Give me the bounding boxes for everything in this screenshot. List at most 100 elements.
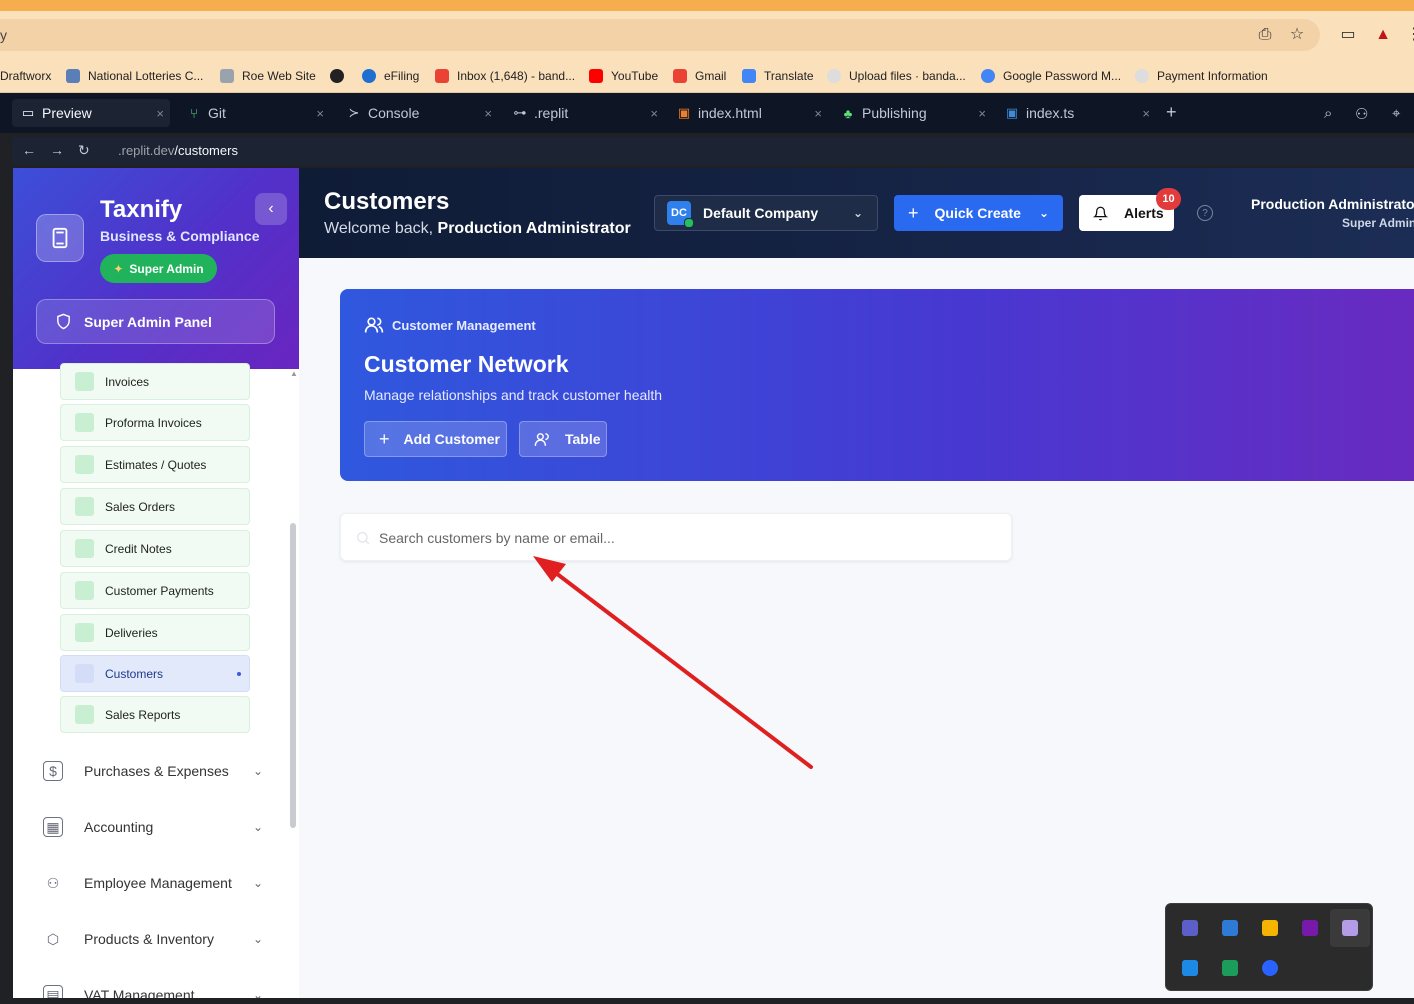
sidebar-group-products[interactable]: ⬡ Products & Inventory ⌄ [43,924,263,954]
tab-publishing[interactable]: ♣ Publishing × [832,99,992,127]
calculator-logo-icon [36,214,84,262]
reload-icon[interactable]: ↻ [78,142,90,159]
store-app-icon[interactable] [1182,960,1198,976]
chevron-down-icon: ⌄ [252,876,263,890]
invite-user-icon[interactable]: ⚇ [1355,105,1368,123]
bookmark-item[interactable]: Gmail [673,65,726,87]
bookmark-item[interactable]: Inbox (1,648) - band... [435,65,575,87]
brand-name: Taxnify [100,196,183,223]
scroll-up-arrow-icon[interactable]: ▲ [290,369,298,378]
plus-icon: + [908,202,919,223]
translate-icon [742,69,756,83]
lotteries-icon [66,69,80,83]
bookmark-item[interactable]: Draftworx [0,65,51,87]
sidebar-item-estimates[interactable]: Estimates / Quotes [60,446,250,483]
sidebar-item-deliveries[interactable]: Deliveries [60,614,250,651]
sidebar-item-customer-payments[interactable]: Customer Payments [60,572,250,609]
tab-replit[interactable]: ⊶ .replit × [504,99,664,127]
location-pin-icon[interactable]: ⌖ [1392,105,1400,122]
company-avatar: DC [667,201,694,228]
bell-icon [1093,206,1108,220]
sidebar-item-sales-orders[interactable]: Sales Orders [60,488,250,525]
close-icon[interactable]: × [316,106,324,121]
html-icon: ▣ [677,105,691,120]
tab-index-ts[interactable]: ▣ index.ts × [996,99,1156,127]
bookmark-item[interactable]: YouTube [589,65,658,87]
extensions-icon[interactable]: ⋮ [1404,25,1414,45]
teams-icon[interactable] [1182,920,1198,936]
sidebar-item-proforma-invoices[interactable]: Proforma Invoices [60,404,250,441]
chevron-down-icon: ⌄ [1038,206,1049,220]
company-selector[interactable]: DC Default Company ⌄ [654,195,878,231]
close-icon[interactable]: × [484,106,492,121]
pdf-extension-icon[interactable]: ▲ [1373,25,1393,45]
add-customer-button[interactable]: + Add Customer [364,421,507,457]
calendar-app-icon[interactable] [1222,920,1238,936]
quick-create-button[interactable]: + Quick Create ⌄ [894,195,1063,231]
forward-arrow-icon[interactable]: → [50,142,64,158]
new-tab-plus-icon[interactable]: + [1166,102,1177,123]
tab-index-html[interactable]: ▣ index.html × [668,99,828,127]
close-icon[interactable]: × [814,106,822,121]
config-icon: ⊶ [513,105,527,120]
close-icon[interactable]: × [1142,106,1150,121]
bookmark-item[interactable]: Roe Web Site [220,65,316,87]
bookmark-item[interactable]: Payment Information [1135,65,1268,87]
users-icon [534,432,549,446]
cast-icon[interactable]: ▭ [1338,25,1358,45]
github-icon [827,69,841,83]
bookmark-item[interactable]: Google Password M... [981,65,1121,87]
search-input[interactable] [379,526,979,550]
super-admin-panel-button[interactable]: Super Admin Panel [36,299,275,344]
bookmark-item[interactable]: National Lotteries C... [66,65,203,87]
install-app-icon[interactable]: ⎙ [1255,25,1275,45]
search-icon [357,532,370,545]
sidebar-group-vat[interactable]: ▤ VAT Management ⌄ [43,980,263,998]
bookmark-item[interactable] [330,65,352,87]
close-icon[interactable]: × [978,106,986,121]
user-name[interactable]: Production Administrator [1251,196,1414,212]
bookmark-item[interactable]: Translate [742,65,814,87]
sidebar-item-sales-reports[interactable]: Sales Reports [60,696,250,733]
tab-preview[interactable]: ▭ Preview × [12,99,170,127]
sidebar-collapse-button[interactable]: ‹ [255,193,287,225]
bluetooth-icon[interactable] [1262,960,1278,976]
search-icon[interactable]: ⌕ [1324,105,1332,122]
bookmark-star-icon[interactable]: ☆ [1287,25,1307,45]
sidebar: Taxnify Business & Compliance ✦ Super Adm… [13,168,299,998]
proforma-icon [75,413,94,432]
globe-icon [330,69,344,83]
back-arrow-icon[interactable]: ← [22,142,36,158]
security-shield-icon[interactable] [1222,960,1238,976]
close-icon[interactable]: × [156,106,164,121]
sidebar-group-purchases[interactable]: $ Purchases & Expenses ⌄ [43,756,263,786]
close-icon[interactable]: × [650,106,658,121]
sidebar-group-employees[interactable]: ⚇ Employee Management ⌄ [43,868,263,898]
sidebar-scrollbar[interactable] [290,523,296,828]
tab-git[interactable]: ⑂ Git × [178,99,330,127]
help-icon[interactable]: ? [1197,205,1213,221]
bookmark-item[interactable]: eFiling [362,65,419,87]
sidebar-item-invoices[interactable]: Invoices [60,363,250,400]
hero-title: Customer Network [364,351,569,377]
shield-icon [57,313,70,330]
publishing-icon: ♣ [843,105,853,121]
gmail-icon [435,69,449,83]
role-badge: ✦ Super Admin [100,254,217,283]
ide-tab-bar: ▭ Preview × ⑂ Git × ≻ Console × ⊶ .replit × ▣ ind… [0,93,1414,133]
sidebar-item-credit-notes[interactable]: Credit Notes [60,530,250,567]
report-icon [75,705,94,724]
git-icon: ⑂ [190,105,198,121]
google-drive-icon[interactable] [1262,920,1278,936]
pen-tool-icon[interactable] [1342,920,1358,936]
preview-url[interactable]: .replit.dev/customers [118,143,238,158]
table-view-button[interactable]: Table [519,421,607,457]
sidebar-item-customers[interactable]: Customers [60,655,250,692]
address-bar[interactable]: y [0,19,1320,51]
system-tray-overflow [1165,903,1373,991]
sidebar-group-accounting[interactable]: ▦ Accounting ⌄ [43,812,263,842]
brand-subtitle: Business & Compliance [100,228,260,244]
tab-console[interactable]: ≻ Console × [338,99,498,127]
bookmark-item[interactable]: Upload files · banda... [827,65,966,87]
onenote-icon[interactable] [1302,920,1318,936]
